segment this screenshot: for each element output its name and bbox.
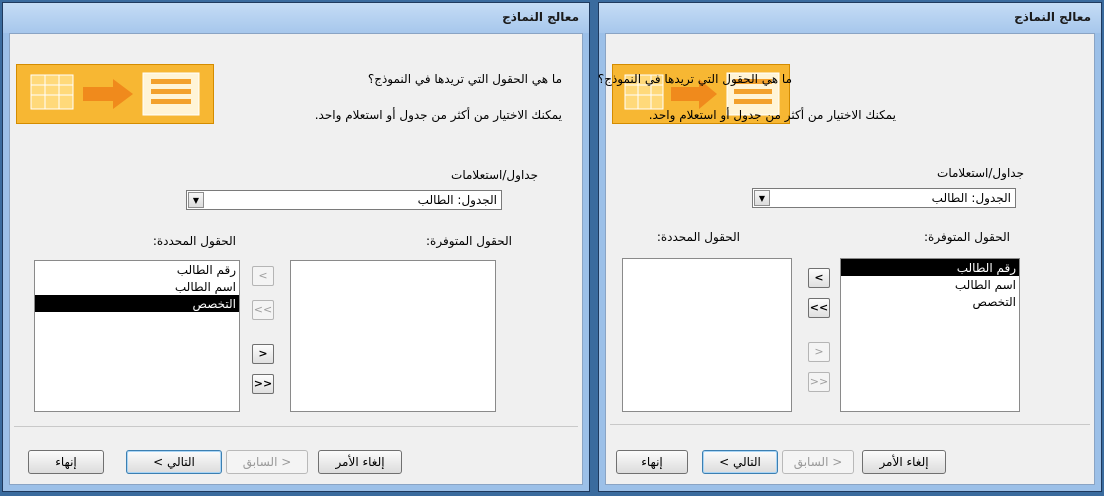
dialog-title: معالج النماذج [1014, 10, 1091, 24]
add-all-button[interactable]: >> [252, 374, 274, 394]
cancel-button[interactable]: إلغاء الأمر [862, 450, 946, 474]
tables-queries-combo[interactable]: الجدول: الطالب ▼ [752, 188, 1016, 208]
cancel-button[interactable]: إلغاء الأمر [318, 450, 402, 474]
available-fields-list[interactable]: رقم الطالب اسم الطالب التخصص [840, 258, 1020, 412]
selected-fields-list[interactable] [622, 258, 792, 412]
tables-queries-label: جداول/استعلامات [937, 166, 1024, 180]
title-bar[interactable]: معالج النماذج [599, 3, 1101, 33]
wizard-hint: يمكنك الاختيار من أكثر من جدول أو استعلا… [648, 108, 896, 122]
available-fields-label: الحقول المتوفرة: [426, 234, 512, 248]
form-wizard-dialog-left: معالج النماذج ما هي الحقول التي تريدها ف… [2, 2, 590, 492]
remove-all-button[interactable]: << [808, 298, 830, 318]
selected-fields-list[interactable]: رقم الطالب اسم الطالب التخصص [34, 260, 240, 412]
list-item-selected[interactable]: رقم الطالب [841, 259, 1019, 276]
finish-button[interactable]: إنهاء [28, 450, 104, 474]
available-fields-list[interactable] [290, 260, 496, 412]
list-item-selected[interactable]: التخصص [35, 295, 239, 312]
dialog-body: ما هي الحقول التي تريدها في النموذج؟ يمك… [9, 33, 583, 485]
finish-button[interactable]: إنهاء [616, 450, 688, 474]
selected-fields-label: الحقول المحددة: [656, 230, 740, 244]
dropdown-arrow-icon[interactable]: ▼ [754, 190, 770, 206]
dialog-title: معالج النماذج [502, 10, 579, 24]
back-button[interactable]: < السابق [226, 450, 308, 474]
remove-one-button[interactable]: < [808, 268, 830, 288]
available-fields-label: الحقول المتوفرة: [924, 230, 1010, 244]
form-wizard-dialog-right: معالج النماذج ما هي الحقول التي تريدها ف… [598, 2, 1102, 492]
combo-value: الجدول: الطالب [417, 193, 497, 207]
tables-queries-label: جداول/استعلامات [451, 168, 538, 182]
selected-fields-label: الحقول المحددة: [152, 234, 236, 248]
tables-queries-combo[interactable]: الجدول: الطالب ▼ [186, 190, 502, 210]
remove-all-button[interactable]: << [252, 300, 274, 320]
wizard-question: ما هي الحقول التي تريدها في النموذج؟ [597, 72, 792, 86]
divider [14, 426, 578, 427]
next-button[interactable]: التالي > [126, 450, 222, 474]
next-button[interactable]: التالي > [702, 450, 778, 474]
add-one-button[interactable]: > [808, 342, 830, 362]
wizard-question: ما هي الحقول التي تريدها في النموذج؟ [367, 72, 562, 86]
title-bar[interactable]: معالج النماذج [3, 3, 589, 33]
list-item[interactable]: اسم الطالب [35, 278, 239, 295]
combo-value: الجدول: الطالب [931, 191, 1011, 205]
remove-one-button[interactable]: < [252, 266, 274, 286]
list-item[interactable]: رقم الطالب [35, 261, 239, 278]
divider [610, 424, 1090, 425]
list-item[interactable]: اسم الطالب [841, 276, 1019, 293]
add-all-button[interactable]: >> [808, 372, 830, 392]
dropdown-arrow-icon[interactable]: ▼ [188, 192, 204, 208]
back-button[interactable]: < السابق [782, 450, 854, 474]
wizard-hint: يمكنك الاختيار من أكثر من جدول أو استعلا… [314, 108, 562, 122]
list-item[interactable]: التخصص [841, 293, 1019, 310]
dialog-body: ما هي الحقول التي تريدها في النموذج؟ يمك… [598, 33, 1095, 485]
add-one-button[interactable]: > [252, 344, 274, 364]
wizard-banner-icon [16, 64, 214, 124]
